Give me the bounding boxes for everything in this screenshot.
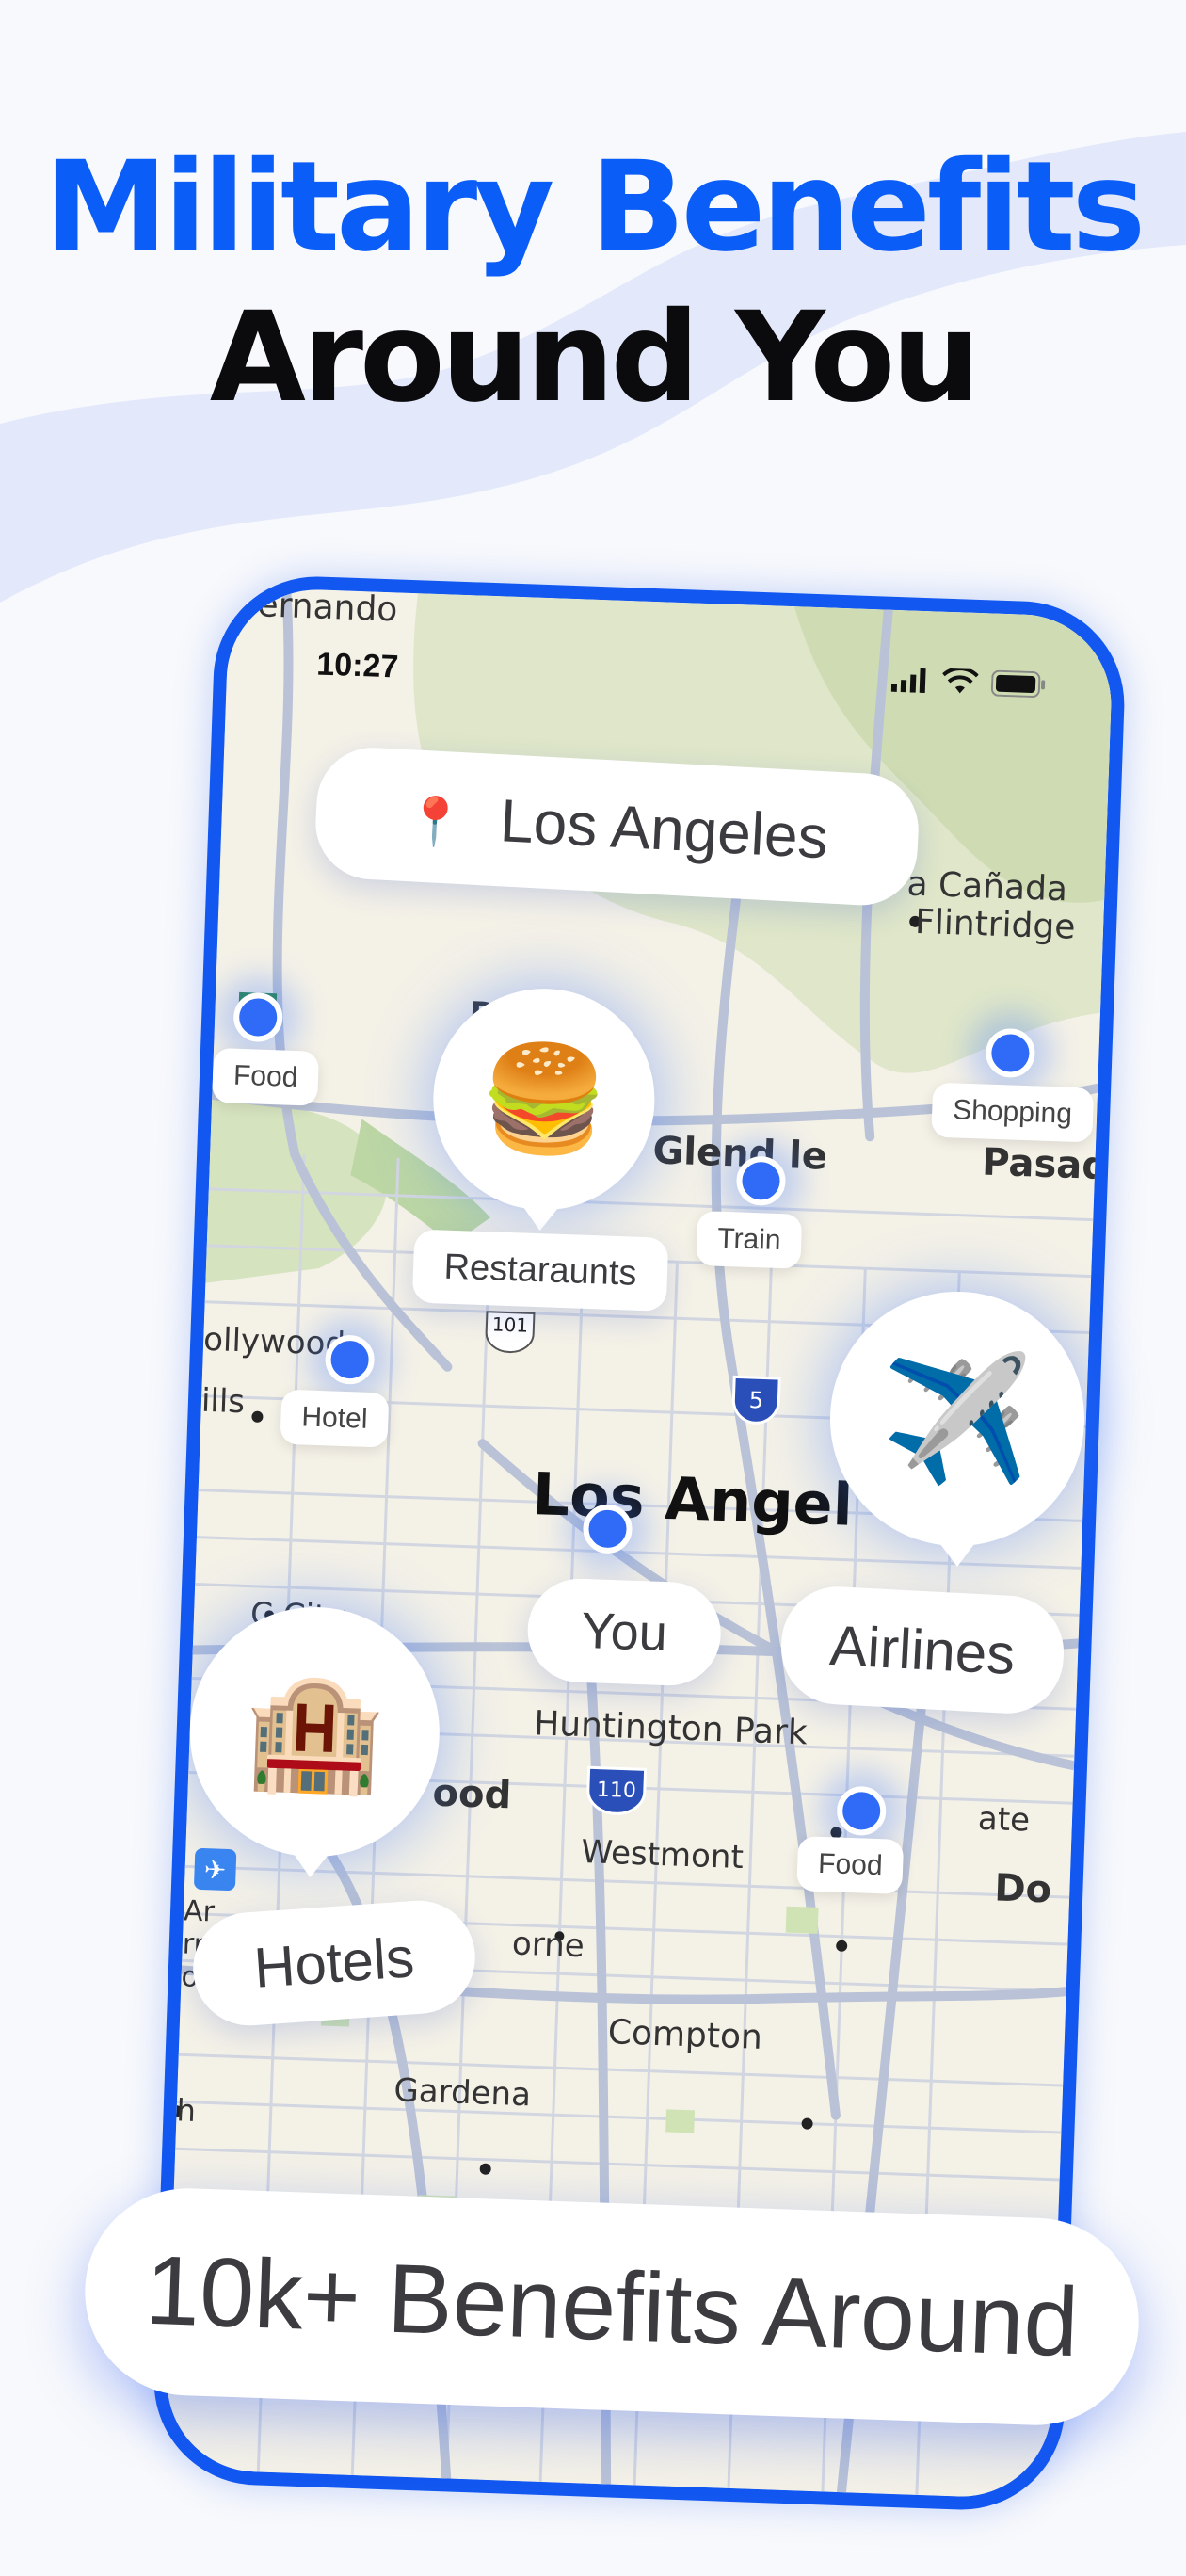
map-label-compton: Compton <box>607 2013 763 2057</box>
map-label-south-gate: ate <box>977 1799 1031 1840</box>
map-label-westmont: Westmont <box>580 1833 745 1877</box>
hotel-icon: 🏨 <box>242 1666 388 1797</box>
benefits-banner[interactable]: 10k+ Benefits Around <box>81 2184 1143 2429</box>
svg-text:5: 5 <box>748 1387 763 1414</box>
location-label: Los Angeles <box>498 786 830 872</box>
map-label-hawthorne: orne <box>511 1924 585 1966</box>
airport-icon: ✈ <box>194 1848 237 1891</box>
burger-icon: 🍔 <box>477 1038 611 1160</box>
airlines-label[interactable]: Airlines <box>777 1584 1067 1716</box>
map-label-airport-a: Ar <box>183 1894 216 1929</box>
map-label-hills: ills <box>200 1381 246 1422</box>
svg-text:101: 101 <box>492 1312 529 1336</box>
marker-label-hotel[interactable]: Hotel <box>280 1389 390 1448</box>
map-label-beach: h <box>176 2092 197 2129</box>
marker-label-shopping[interactable]: Shopping <box>931 1082 1094 1143</box>
map-label-inglewood: ood <box>431 1771 512 1818</box>
map-label-san-fernando: ernando <box>256 586 399 630</box>
status-time: 10:27 <box>315 646 399 685</box>
status-icons <box>890 667 1047 699</box>
map-label-downey: Do <box>993 1866 1052 1912</box>
svg-text:✈: ✈ <box>203 1855 227 1885</box>
hotels-label[interactable]: Hotels <box>189 1896 479 2030</box>
signal-icon <box>890 668 926 694</box>
highway-shield-5: 5 <box>731 1375 781 1425</box>
wifi-icon <box>942 668 979 694</box>
marker-label-food-2[interactable]: Food <box>796 1836 905 1894</box>
highway-shield-110: 110 <box>586 1765 648 1815</box>
battery-icon <box>990 669 1046 699</box>
pin-icon: 📍 <box>404 794 466 850</box>
map-label-la-canada: a Cañada <box>906 864 1068 910</box>
marker-label-food-1[interactable]: Food <box>212 1047 320 1106</box>
headline-line-2: Around You <box>209 285 980 430</box>
restaurants-label[interactable]: Restaraunts <box>411 1229 669 1312</box>
headline-line-1: Military Benefits <box>43 135 1146 280</box>
map-label-gardena: Gardena <box>393 2071 532 2115</box>
map-label-los-angeles: Los Angel <box>531 1459 855 1539</box>
map-label-pasadena: Pasad <box>981 1140 1110 1189</box>
svg-text:110: 110 <box>596 1779 636 1803</box>
benefits-banner-label: 10k+ Benefits Around <box>143 2235 1081 2378</box>
map-label-flintridge: Flintridge <box>914 902 1077 947</box>
highway-shield-101: 101 <box>485 1311 536 1354</box>
airlines-bubble[interactable]: ✈️ <box>830 1292 1084 1567</box>
airplane-icon: ✈️ <box>881 1349 1034 1488</box>
headline: Military Benefits Around You <box>0 132 1186 433</box>
marker-label-train[interactable]: Train <box>696 1210 803 1269</box>
marker-label-you[interactable]: You <box>525 1576 723 1688</box>
